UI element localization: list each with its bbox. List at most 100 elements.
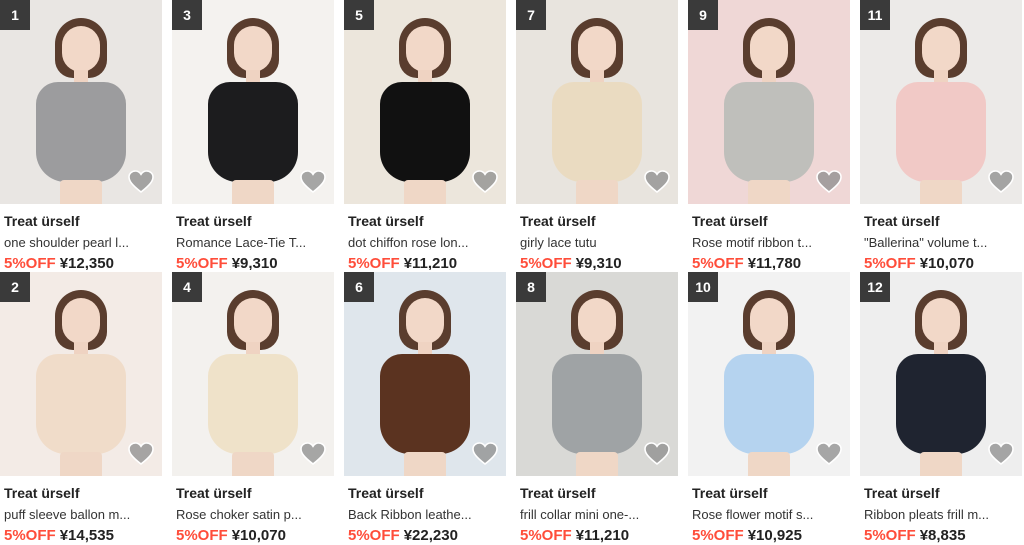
brand-name[interactable]: Treat ürself (864, 484, 1022, 502)
brand-name[interactable]: Treat ürself (692, 484, 850, 502)
model-legs (920, 452, 962, 476)
heart-icon[interactable] (128, 170, 154, 194)
discount-label: 5%OFF (520, 527, 572, 544)
rank-badge: 2 (0, 272, 30, 302)
model-face (922, 298, 960, 344)
price: ¥12,350 (59, 255, 114, 270)
rank-badge: 5 (344, 0, 374, 30)
model-legs (232, 452, 274, 476)
heart-icon[interactable] (988, 170, 1014, 194)
garment (552, 82, 642, 182)
product-name[interactable]: Rose choker satin p... (176, 506, 330, 524)
price-line: 5%OFF ¥9,310 (520, 254, 678, 270)
model-legs (404, 180, 446, 204)
discount-label: 5%OFF (348, 527, 400, 544)
product-card[interactable]: 11 Treat ürself "Ballerina" volume t... … (860, 0, 1022, 270)
heart-icon[interactable] (816, 442, 842, 466)
brand-name[interactable]: Treat ürself (864, 212, 1022, 230)
heart-icon[interactable] (988, 442, 1014, 466)
model-legs (404, 452, 446, 476)
product-card[interactable]: 9 Treat ürself Rose motif ribbon t... 5%… (688, 0, 850, 270)
heart-icon[interactable] (644, 442, 670, 466)
price-line: 5%OFF ¥10,070 (176, 526, 334, 545)
product-name[interactable]: puff sleeve ballon m... (4, 506, 158, 524)
heart-icon[interactable] (472, 170, 498, 194)
model-legs (576, 452, 618, 476)
garment (208, 354, 298, 454)
product-name[interactable]: Rose motif ribbon t... (692, 234, 846, 252)
price-line: 5%OFF ¥9,310 (176, 254, 334, 270)
rank-badge: 9 (688, 0, 718, 30)
product-photo[interactable]: 1 (0, 0, 162, 204)
product-name[interactable]: one shoulder pearl l... (4, 234, 158, 252)
model-face (234, 26, 272, 72)
model-face (750, 26, 788, 72)
price-line: 5%OFF ¥22,230 (348, 526, 506, 545)
rank-badge: 7 (516, 0, 546, 30)
model-legs (60, 180, 102, 204)
product-photo[interactable]: 10 (688, 272, 850, 476)
product-photo[interactable]: 6 (344, 272, 506, 476)
product-photo[interactable]: 2 (0, 272, 162, 476)
model-face (578, 298, 616, 344)
product-card[interactable]: 8 Treat ürself frill collar mini one-...… (516, 270, 678, 545)
product-name[interactable]: frill collar mini one-... (520, 506, 674, 524)
brand-name[interactable]: Treat ürself (4, 484, 162, 502)
product-card[interactable]: 4 Treat ürself Rose choker satin p... 5%… (172, 270, 334, 545)
price-line: 5%OFF ¥11,210 (520, 526, 678, 545)
product-name[interactable]: Back Ribbon leathe... (348, 506, 502, 524)
brand-name[interactable]: Treat ürself (176, 212, 334, 230)
discount-label: 5%OFF (520, 255, 572, 270)
brand-name[interactable]: Treat ürself (4, 212, 162, 230)
brand-name[interactable]: Treat ürself (176, 484, 334, 502)
discount-label: 5%OFF (4, 527, 56, 544)
product-card[interactable]: 2 Treat ürself puff sleeve ballon m... 5… (0, 270, 162, 545)
product-card[interactable]: 7 Treat ürself girly lace tutu 5%OFF ¥9,3… (516, 0, 678, 270)
product-card[interactable]: 10 Treat ürself Rose flower motif s... 5… (688, 270, 850, 545)
discount-label: 5%OFF (176, 527, 228, 544)
product-photo[interactable]: 4 (172, 272, 334, 476)
discount-label: 5%OFF (864, 255, 916, 270)
product-photo[interactable]: 5 (344, 0, 506, 204)
product-photo[interactable]: 12 (860, 272, 1022, 476)
product-photo[interactable]: 8 (516, 272, 678, 476)
price: ¥9,310 (231, 255, 278, 270)
heart-icon[interactable] (300, 170, 326, 194)
product-card[interactable]: 6 Treat ürself Back Ribbon leathe... 5%O… (344, 270, 506, 545)
garment (36, 354, 126, 454)
product-photo[interactable]: 3 (172, 0, 334, 204)
garment (724, 82, 814, 182)
discount-label: 5%OFF (692, 255, 744, 270)
product-name[interactable]: girly lace tutu (520, 234, 674, 252)
discount-label: 5%OFF (692, 527, 744, 544)
heart-icon[interactable] (300, 442, 326, 466)
product-photo[interactable]: 9 (688, 0, 850, 204)
product-card[interactable]: 1 Treat ürself one shoulder pearl l... 5… (0, 0, 162, 270)
rank-badge: 1 (0, 0, 30, 30)
brand-name[interactable]: Treat ürself (520, 484, 678, 502)
brand-name[interactable]: Treat ürself (520, 212, 678, 230)
brand-name[interactable]: Treat ürself (692, 212, 850, 230)
product-name[interactable]: "Ballerina" volume t... (864, 234, 1018, 252)
product-name[interactable]: Ribbon pleats frill m... (864, 506, 1018, 524)
heart-icon[interactable] (816, 170, 842, 194)
product-card[interactable]: 12 Treat ürself Ribbon pleats frill m...… (860, 270, 1022, 545)
rank-badge: 12 (860, 272, 890, 302)
garment (552, 354, 642, 454)
product-name[interactable]: dot chiffon rose lon... (348, 234, 502, 252)
brand-name[interactable]: Treat ürself (348, 484, 506, 502)
product-name[interactable]: Rose flower motif s... (692, 506, 846, 524)
product-photo[interactable]: 7 (516, 0, 678, 204)
product-name[interactable]: Romance Lace-Tie T... (176, 234, 330, 252)
price: ¥8,835 (919, 527, 966, 544)
garment (208, 82, 298, 182)
heart-icon[interactable] (128, 442, 154, 466)
brand-name[interactable]: Treat ürself (348, 212, 506, 230)
model-face (750, 298, 788, 344)
product-photo[interactable]: 11 (860, 0, 1022, 204)
product-card[interactable]: 3 Treat ürself Romance Lace-Tie T... 5%O… (172, 0, 334, 270)
heart-icon[interactable] (472, 442, 498, 466)
heart-icon[interactable] (644, 170, 670, 194)
product-card[interactable]: 5 Treat ürself dot chiffon rose lon... 5… (344, 0, 506, 270)
price: ¥10,925 (747, 527, 802, 544)
